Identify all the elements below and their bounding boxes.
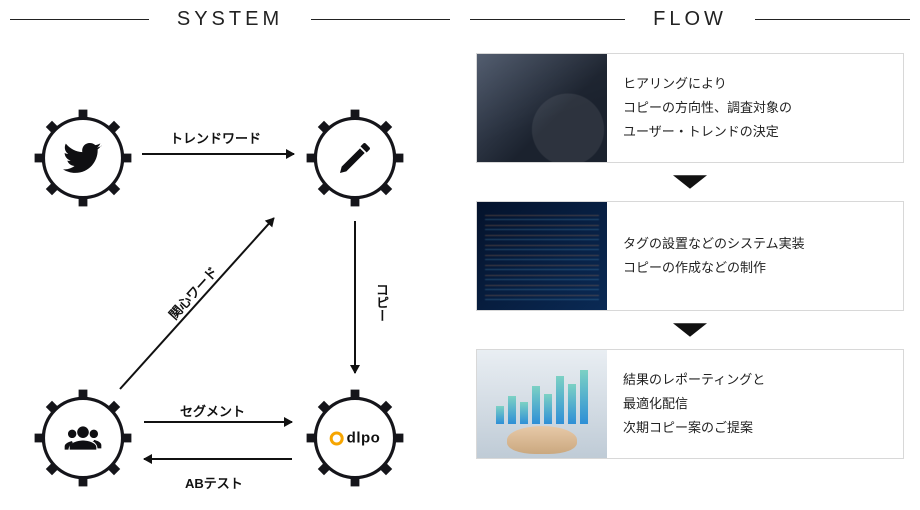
label-copy: コピー [372,283,391,322]
node-dlpo: dlpo [300,383,410,493]
flow-step-2: タグの設置などのシステム実装 コピーの作成などの制作 [476,201,904,311]
flow-column: FLOW ヒアリングにより コピーの方向性、調査対象の ユーザー・トレンドの決定… [460,0,920,510]
system-title: SYSTEM [149,8,311,31]
flow-line: ユーザー・トレンドの決定 [623,120,887,144]
flow-step-3-text: 結果のレポーティングと 最適化配信 次期コピー案のご提案 [607,350,903,458]
arrow-copy [354,221,356,373]
dlpo-circle-icon [330,431,344,445]
flow-line: タグの設置などのシステム実装 [623,232,887,256]
flow-step-1-text: ヒアリングにより コピーの方向性、調査対象の ユーザー・トレンドの決定 [607,54,903,162]
flow-line: 結果のレポーティングと [623,368,887,392]
flow-title: FLOW [625,8,755,31]
label-interest-word: 関心ワード [164,262,222,323]
dlpo-logo: dlpo [330,430,381,447]
node-twitter [28,103,138,213]
flow-line: コピーの方向性、調査対象の [623,96,887,120]
system-diagram: dlpo トレンドワード 関心ワード コピー セグメント ABテスト [10,53,450,493]
diagram-root: SYSTEM [0,0,920,510]
flow-thumb-code [477,202,607,310]
arrow-trend [142,153,294,155]
system-column: SYSTEM [0,0,460,510]
system-heading: SYSTEM [10,8,450,31]
flow-heading: FLOW [470,8,910,31]
pen-icon [335,138,375,178]
flow-thumb-chart [477,350,607,458]
flow-list: ヒアリングにより コピーの方向性、調査対象の ユーザー・トレンドの決定 タグの設… [470,53,910,459]
label-trend-word: トレンドワード [170,128,261,147]
label-ab-test: ABテスト [185,473,243,492]
flow-step-3: 結果のレポーティングと 最適化配信 次期コピー案のご提案 [476,349,904,459]
arrow-interest [119,217,274,389]
flow-line: ヒアリングにより [623,72,887,96]
flow-line: コピーの作成などの制作 [623,256,887,280]
flow-step-1: ヒアリングにより コピーの方向性、調査対象の ユーザー・トレンドの決定 [476,53,904,163]
flow-line: 次期コピー案のご提案 [623,416,887,440]
users-icon [63,418,103,458]
twitter-icon [63,138,103,178]
dlpo-text: dlpo [347,430,381,447]
flow-step-2-text: タグの設置などのシステム実装 コピーの作成などの制作 [607,202,903,310]
flow-line: 最適化配信 [623,392,887,416]
arrow-segment [144,421,292,423]
node-pen [300,103,410,213]
flow-thumb-meeting [477,54,607,162]
chevron-down-icon [673,173,707,191]
label-segment: セグメント [180,401,245,420]
node-users [28,383,138,493]
arrow-abtest [144,458,292,460]
chevron-down-icon [673,321,707,339]
